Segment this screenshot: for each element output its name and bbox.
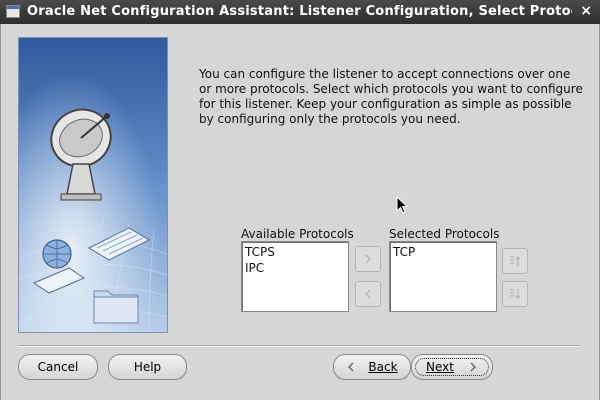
mouse-cursor-icon xyxy=(396,196,408,214)
remove-protocol-button[interactable] xyxy=(355,281,381,307)
separator xyxy=(18,345,581,347)
chevron-left-icon xyxy=(348,362,354,372)
chevron-left-icon xyxy=(364,289,371,299)
move-up-icon xyxy=(510,256,521,266)
move-down-button[interactable] xyxy=(502,281,528,307)
cancel-button[interactable]: Cancel xyxy=(18,354,98,380)
satellite-dish-illustration xyxy=(19,38,167,332)
list-item[interactable]: TCPS xyxy=(245,244,345,260)
side-illustration xyxy=(18,37,168,333)
help-button-label: Help xyxy=(133,360,162,374)
add-protocol-button[interactable] xyxy=(355,246,381,272)
move-down-icon xyxy=(510,289,521,299)
title-bar[interactable]: Oracle Net Configuration Assistant: List… xyxy=(0,0,600,24)
back-button-label: Back xyxy=(368,360,398,374)
help-button[interactable]: Help xyxy=(108,354,187,380)
instructions-text: You can configure the listener to accept… xyxy=(199,67,583,126)
list-item[interactable]: TCP xyxy=(393,244,493,260)
available-protocols-label: Available Protocols xyxy=(241,227,354,241)
back-button[interactable]: Back xyxy=(333,354,411,380)
window-title: Oracle Net Configuration Assistant: List… xyxy=(27,4,572,19)
next-button[interactable]: Next xyxy=(411,354,493,380)
selected-protocols-list[interactable]: TCP xyxy=(389,241,497,312)
move-up-button[interactable] xyxy=(502,248,528,274)
list-item[interactable]: IPC xyxy=(245,260,345,276)
selected-protocols-label: Selected Protocols xyxy=(389,227,500,241)
window-icon xyxy=(6,5,20,18)
close-icon[interactable]: × xyxy=(580,3,592,19)
available-protocols-list[interactable]: TCPS IPC xyxy=(241,241,349,312)
cancel-button-label: Cancel xyxy=(37,360,79,374)
chevron-right-icon xyxy=(365,254,372,264)
focus-ring xyxy=(415,358,489,376)
